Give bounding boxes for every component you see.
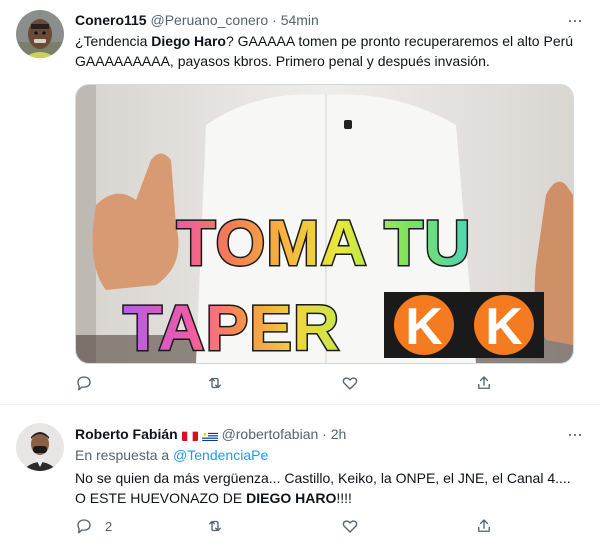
reply-count: 2 <box>105 518 113 534</box>
reply-button[interactable]: 2 <box>75 515 112 537</box>
avatar-image <box>16 10 64 58</box>
avatar[interactable] <box>16 423 64 471</box>
like-button[interactable] <box>341 515 371 537</box>
tweet-header: Roberto Fabián @robertofabian · 2h <box>75 425 346 443</box>
author-handle[interactable]: @robertofabian <box>222 426 319 442</box>
tweet-actions: 2 <box>75 515 505 537</box>
author-name[interactable]: Roberto Fabián <box>75 426 178 442</box>
keiko-logo-k1: K <box>405 298 443 356</box>
tweet-text: ¿Tendencia Diego Haro? GAAAAA tomen pe p… <box>75 32 575 71</box>
tweet-actions <box>75 372 505 394</box>
tweet-text: No se quien da más vergüenza... Castillo… <box>75 469 575 508</box>
tweet-text-part: O ESTE HUEVONAZO DE <box>75 489 247 506</box>
share-button[interactable] <box>475 515 493 537</box>
peru-flag-icon <box>181 429 198 441</box>
reply-button[interactable] <box>75 372 105 394</box>
meme-text-line2: TAPER <box>123 292 340 363</box>
retweet-icon <box>209 377 221 389</box>
timestamp[interactable]: 2h <box>331 426 347 442</box>
tweet-text-part: !!!! <box>336 489 352 506</box>
share-icon <box>478 376 490 389</box>
separator: · <box>318 426 331 442</box>
meme-image: TOMA TU TAPER K K <box>76 85 573 363</box>
share-icon <box>478 519 490 532</box>
tweet-text-part: ¿Tendencia <box>75 33 152 49</box>
author-handle[interactable]: @Peruano_conero <box>150 12 268 28</box>
reply-handle-link[interactable]: @TendenciaPe <box>173 447 268 463</box>
replying-to: En respuesta a @TendenciaPe <box>75 447 268 463</box>
heart-icon <box>342 377 358 390</box>
retweet-button[interactable] <box>206 515 236 537</box>
like-button[interactable] <box>341 372 371 394</box>
tweet-text-line: No se quien da más vergüenza... Castillo… <box>75 470 571 486</box>
avatar[interactable] <box>16 10 64 58</box>
separator: · <box>268 12 281 28</box>
reply-prefix: En respuesta a <box>75 447 174 463</box>
tweet[interactable]: Conero115 @Peruano_conero · 54min ··· ¿T… <box>0 0 600 405</box>
timestamp[interactable]: 54min <box>281 12 319 28</box>
share-button[interactable] <box>475 372 493 394</box>
heart-icon <box>342 520 358 533</box>
tweet-text-bold[interactable]: Diego Haro <box>151 33 226 49</box>
more-dots-icon[interactable]: ··· <box>567 425 583 443</box>
retweet-button[interactable] <box>206 372 236 394</box>
meme-text-line1: TOMA TU <box>177 207 472 279</box>
tweet[interactable]: Roberto Fabián @robertofabian · 2h ··· E… <box>0 405 600 546</box>
uruguay-flag-icon <box>201 429 218 441</box>
tweet-media-image[interactable]: TOMA TU TAPER K K <box>75 84 574 364</box>
tweet-text-bold[interactable]: DIEGO HARO <box>246 490 336 506</box>
tweet-header: Conero115 @Peruano_conero · 54min <box>75 11 319 29</box>
reply-icon <box>77 376 91 391</box>
keiko-logo-k2: K <box>485 298 523 356</box>
tweet-text-line: O ESTE HUEVONAZO DE DIEGO HARO!!!! <box>75 489 575 509</box>
avatar-image <box>16 423 64 471</box>
reply-icon <box>77 519 91 534</box>
retweet-icon <box>209 520 221 532</box>
author-name[interactable]: Conero115 <box>75 12 147 28</box>
more-dots-icon[interactable]: ··· <box>567 11 583 29</box>
